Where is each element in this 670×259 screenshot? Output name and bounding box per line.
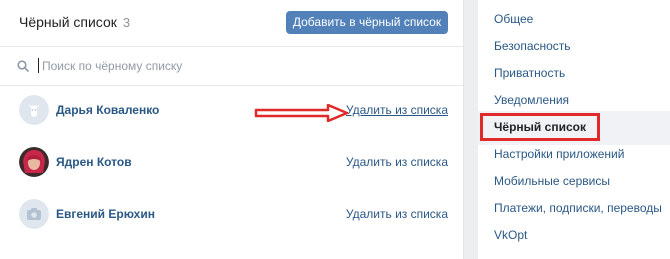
remove-from-list-link[interactable]: Удалить из списка (346, 103, 448, 117)
annotation-highlight-box (480, 113, 600, 141)
text-caret (38, 58, 39, 73)
search-input[interactable]: Поиск по чёрному списку (42, 59, 182, 73)
page-title: Чёрный список 3 (19, 14, 130, 30)
sidebar-item-payments[interactable]: Платежи, подписки, переводы (494, 201, 662, 215)
list-item: Евгений Ерюхин Удалить из списка (0, 190, 463, 242)
blacklist-count: 3 (122, 15, 131, 30)
dog-icon (19, 95, 49, 125)
search-icon (17, 60, 29, 72)
photo-avatar[interactable] (19, 147, 49, 177)
camera-icon (19, 199, 49, 229)
user-name[interactable]: Дарья Коваленко (56, 103, 159, 117)
default-avatar[interactable] (19, 95, 49, 125)
sidebar-item-general[interactable]: Общее (494, 12, 533, 26)
add-to-blacklist-button[interactable]: Добавить в чёрный список (286, 11, 448, 34)
sidebar-item-vkopt[interactable]: VkOpt (494, 228, 527, 242)
camera-avatar[interactable] (19, 199, 49, 229)
settings-sidebar: Общее Безопасность Приватность Уведомлен… (478, 0, 670, 259)
page-title-text: Чёрный список (19, 14, 117, 30)
blacklist-panel: Чёрный список 3 Добавить в чёрный список … (0, 0, 464, 259)
sidebar-item-notifications[interactable]: Уведомления (494, 93, 569, 107)
panel-header: Чёрный список 3 Добавить в чёрный список (0, 0, 463, 47)
user-name[interactable]: Ядрен Котов (56, 155, 132, 169)
list-item: Ядрен Котов Удалить из списка (0, 138, 463, 190)
user-photo-icon (19, 147, 49, 177)
remove-from-list-link[interactable]: Удалить из списка (346, 207, 448, 221)
remove-from-list-link[interactable]: Удалить из списка (346, 155, 448, 169)
sidebar-item-security[interactable]: Безопасность (494, 39, 571, 53)
user-name[interactable]: Евгений Ерюхин (56, 207, 155, 221)
sidebar-item-app-settings[interactable]: Настройки приложений (494, 147, 624, 161)
list-item: Дарья Коваленко Удалить из списка (0, 86, 463, 138)
sidebar-item-mobile-services[interactable]: Мобильные сервисы (494, 174, 610, 188)
sidebar-item-privacy[interactable]: Приватность (494, 66, 565, 80)
search-bar[interactable]: Поиск по чёрному списку (0, 47, 463, 86)
annotation-arrow-icon (254, 104, 349, 122)
